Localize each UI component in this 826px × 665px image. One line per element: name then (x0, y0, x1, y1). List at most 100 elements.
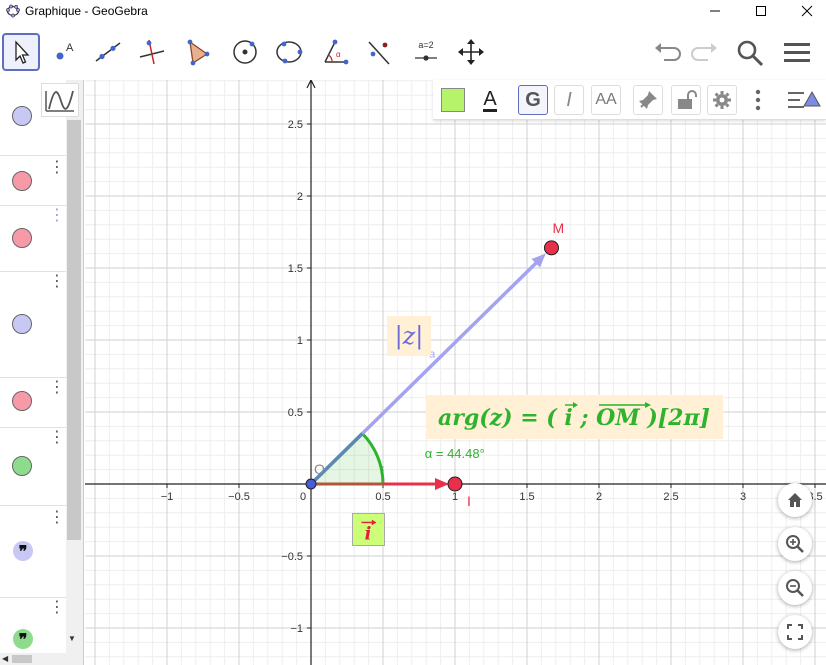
more-vertical-icon[interactable]: ⋮ (49, 600, 65, 616)
algebra-row-6[interactable]: ⋮ (0, 428, 66, 506)
x-tick-label: −0.5 (228, 491, 250, 503)
svg-text:A: A (66, 42, 74, 54)
text-size-button[interactable]: AA (591, 85, 621, 115)
undo-button[interactable] (650, 36, 684, 70)
point-o (305, 478, 317, 490)
bold-button[interactable]: G (518, 85, 548, 115)
more-options-button[interactable] (743, 85, 773, 115)
scroll-left-icon[interactable]: ◀ (2, 655, 8, 663)
zoom-in-button[interactable] (778, 527, 812, 561)
angle-tool-button[interactable]: α (315, 33, 353, 71)
text-quote-icon[interactable]: ❞ (13, 629, 33, 649)
text-color-button[interactable]: A (475, 85, 505, 115)
circle-three-points-icon (276, 41, 303, 64)
close-button[interactable] (784, 0, 826, 22)
visibility-toggle-icon[interactable] (12, 391, 32, 411)
visibility-toggle-icon[interactable] (12, 314, 32, 334)
algebra-row-7[interactable]: ❞ ⋮ (0, 506, 66, 598)
bold-label: G (525, 88, 541, 111)
y-tick-label: 2 (297, 191, 303, 203)
more-vertical-icon[interactable]: ⋮ (49, 510, 65, 526)
color-button[interactable] (438, 85, 468, 115)
tools-toolbar: A α a=2 (0, 30, 826, 76)
search-button[interactable] (733, 36, 767, 70)
redo-icon (691, 43, 717, 61)
line-tool-button[interactable] (89, 33, 127, 71)
svg-text:α: α (336, 50, 341, 59)
x-tick-label: 1.5 (519, 491, 534, 503)
settings-button[interactable] (707, 85, 737, 115)
algebra-row-8[interactable]: ❞ ⋮ (0, 598, 66, 658)
view-menu-triangle-icon (788, 90, 821, 108)
algebra-row-1[interactable] (0, 80, 66, 156)
visibility-toggle-icon[interactable] (12, 106, 32, 126)
algebra-horizontal-scrollbar[interactable]: ◀ (0, 653, 83, 665)
title-bar: Graphique - GeoGebra (0, 0, 826, 22)
search-icon (737, 40, 764, 67)
circle-three-points-tool-button[interactable] (270, 33, 308, 71)
zoom-out-button[interactable] (778, 571, 812, 605)
vector-i-arrowhead (371, 519, 377, 526)
lock-button[interactable] (671, 85, 701, 115)
argument-formula-text: arg(z) = ( i ; OM )[2π] (438, 405, 710, 431)
y-tick-label: 1.5 (288, 263, 303, 275)
modulus-textbox[interactable]: |z| (387, 316, 431, 356)
reflect-tool-button[interactable] (360, 33, 398, 71)
x-tick-label: 0 (300, 491, 306, 503)
more-vertical-icon[interactable]: ⋮ (49, 380, 65, 396)
graphics-menu-button[interactable] (785, 85, 823, 115)
polygon-tool-button[interactable] (178, 33, 216, 71)
standard-view-button[interactable] (778, 483, 812, 517)
graphics-view[interactable]: −1 −0.5 0 0.5 1 1.5 2 2.5 3 3.5 2.5 2 1.5 1 0.5 −0.5 −1 … (85, 80, 826, 665)
fullscreen-button[interactable] (778, 615, 812, 649)
more-vertical-icon[interactable]: ⋮ (49, 274, 65, 290)
perpendicular-line-icon (139, 39, 165, 65)
perpendicular-line-tool-button[interactable] (133, 33, 171, 71)
vector-oi-arrowhead (435, 478, 449, 490)
minimize-button[interactable] (692, 0, 738, 22)
close-icon (801, 5, 813, 17)
point-i (447, 476, 463, 492)
window-title: Graphique - GeoGebra (25, 4, 148, 18)
vector-i-textbox[interactable]: i (352, 513, 385, 546)
text-quote-icon[interactable]: ❞ (13, 541, 33, 561)
algebra-hscroll-thumb[interactable] (12, 655, 32, 663)
visibility-toggle-icon[interactable] (12, 228, 32, 248)
algebra-scrollbar-thumb[interactable] (67, 120, 81, 540)
point-icon: A (56, 42, 74, 60)
x-tick-label: 0.5 (375, 491, 390, 503)
algebra-row-2[interactable]: ⋮ (0, 156, 66, 206)
point-tool-button[interactable]: A (45, 33, 83, 71)
color-swatch (441, 88, 465, 112)
vector-i-label: i (365, 523, 372, 544)
argument-formula: arg(z) = ( i ; OM )[2π] (438, 402, 710, 431)
move-graphics-view-tool-button[interactable] (452, 33, 490, 71)
reflect-line-icon (368, 41, 390, 65)
more-vertical-icon[interactable]: ⋮ (49, 160, 65, 176)
y-tick-label: 0.5 (288, 407, 303, 419)
argument-textbox[interactable]: arg(z) = ( i ; OM )[2π] (426, 395, 723, 439)
italic-button[interactable]: I (554, 85, 584, 115)
svg-text:a=2: a=2 (418, 40, 433, 50)
maximize-button[interactable] (738, 0, 784, 22)
circle-center-point-tool-button[interactable] (226, 33, 264, 71)
scroll-down-icon[interactable]: ▼ (68, 634, 76, 643)
home-icon (788, 493, 802, 507)
pin-button[interactable] (633, 85, 663, 115)
graphics-canvas[interactable]: −1 −0.5 0 0.5 1 1.5 2 2.5 3 3.52.521.510.5−0.5−1 … (85, 80, 826, 665)
more-vertical-icon[interactable]: ⋮ (49, 430, 65, 446)
redo-button[interactable] (688, 36, 722, 70)
algebra-row-3[interactable]: ⋮ (0, 206, 66, 272)
more-vertical-icon[interactable]: ⋮ (49, 208, 65, 224)
move-tool-button[interactable] (2, 33, 40, 71)
y-tick-label: −1 (290, 623, 303, 635)
visibility-toggle-icon[interactable] (12, 171, 32, 191)
algebra-view: ▼ ⋮ ⋮ ⋮ ⋮ ⋮ ❞ ⋮ ❞ ⋮ ◀ (0, 80, 84, 665)
unlock-icon (678, 90, 697, 109)
main-menu-button[interactable] (780, 36, 814, 70)
algebra-row-4[interactable]: ⋮ (0, 272, 66, 378)
visibility-toggle-icon[interactable] (12, 456, 32, 476)
algebra-row-5[interactable]: ⋮ (0, 378, 66, 428)
slider-tool-button[interactable]: a=2 (407, 33, 445, 71)
fullscreen-icon (787, 624, 803, 640)
